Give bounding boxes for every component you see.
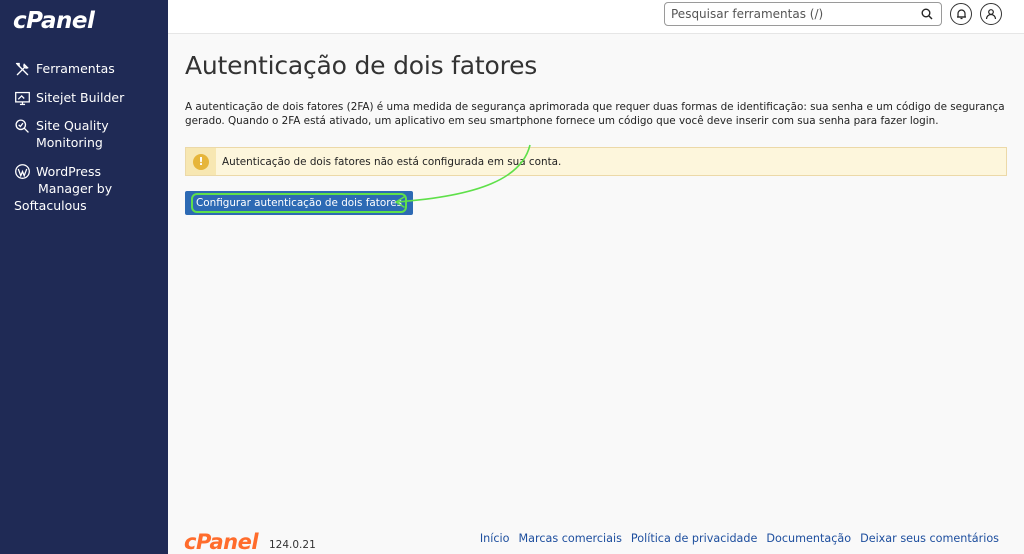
search-icon[interactable] — [917, 4, 937, 24]
footer-links: Início Marcas comerciais Política de pri… — [480, 532, 999, 545]
top-bar — [168, 0, 1024, 34]
sidebar-item-site-quality-monitoring[interactable]: Site Quality Monitoring — [12, 117, 109, 151]
sidebar-item-label: Manager by — [38, 181, 113, 196]
page-description: A autenticação de dois fatores (2FA) é u… — [185, 101, 1005, 127]
footer-link-comentarios[interactable]: Deixar seus comentários — [860, 532, 999, 545]
sidebar-item-label-group: Site Quality Monitoring — [36, 117, 109, 151]
footer-link-privacidade[interactable]: Política de privacidade — [631, 532, 758, 545]
page-title: Autenticação de dois fatores — [185, 51, 538, 80]
sidebar: cPanel Ferramentas Sitejet Builder Site … — [0, 0, 168, 554]
sitejet-icon — [12, 89, 32, 107]
sidebar-item-ferramentas[interactable]: Ferramentas — [12, 60, 115, 78]
configure-2fa-label: Configurar autenticação de dois fatores — [196, 197, 403, 209]
sidebar-item-label: WordPress — [36, 163, 102, 179]
main-content: Autenticação de dois fatores A autentica… — [168, 34, 1024, 554]
cpanel-logo[interactable]: cPanel — [13, 8, 95, 34]
sidebar-item-sitejet-builder[interactable]: Sitejet Builder — [12, 89, 124, 107]
wordpress-icon — [12, 162, 32, 180]
exclamation-icon: ! — [193, 153, 209, 170]
highlight-outline: Configurar autenticação de dois fatores — [191, 193, 408, 213]
sidebar-item-label: Site Quality — [36, 118, 109, 133]
sidebar-item-label: Ferramentas — [36, 61, 115, 76]
footer-link-documentacao[interactable]: Documentação — [766, 532, 851, 545]
alert-icon-container: ! — [186, 148, 216, 175]
configure-2fa-button[interactable]: Configurar autenticação de dois fatores — [185, 191, 414, 215]
sidebar-item-wordpress-manager[interactable]: WordPress Manager by Softaculous — [12, 162, 112, 214]
sidebar-item-label: Sitejet Builder — [36, 90, 125, 105]
bell-icon — [956, 9, 966, 20]
sidebar-item-label: Softaculous — [14, 198, 87, 213]
user-menu-button[interactable] — [980, 3, 1002, 25]
version-label: 124.0.21 — [269, 539, 316, 551]
tools-icon — [12, 60, 32, 78]
warning-alert: ! Autenticação de dois fatores não está … — [185, 147, 1007, 176]
search-box[interactable] — [664, 2, 942, 26]
sidebar-item-label: Monitoring — [36, 135, 103, 150]
user-icon — [985, 9, 997, 20]
footer-link-inicio[interactable]: Início — [480, 532, 510, 545]
footer-link-marcas[interactable]: Marcas comerciais — [518, 532, 621, 545]
notifications-button[interactable] — [950, 3, 972, 25]
alert-text: Autenticação de dois fatores não está co… — [222, 155, 562, 168]
site-quality-icon — [12, 117, 32, 135]
footer-cpanel-logo: cPanel — [184, 530, 259, 554]
search-input[interactable] — [665, 7, 917, 21]
